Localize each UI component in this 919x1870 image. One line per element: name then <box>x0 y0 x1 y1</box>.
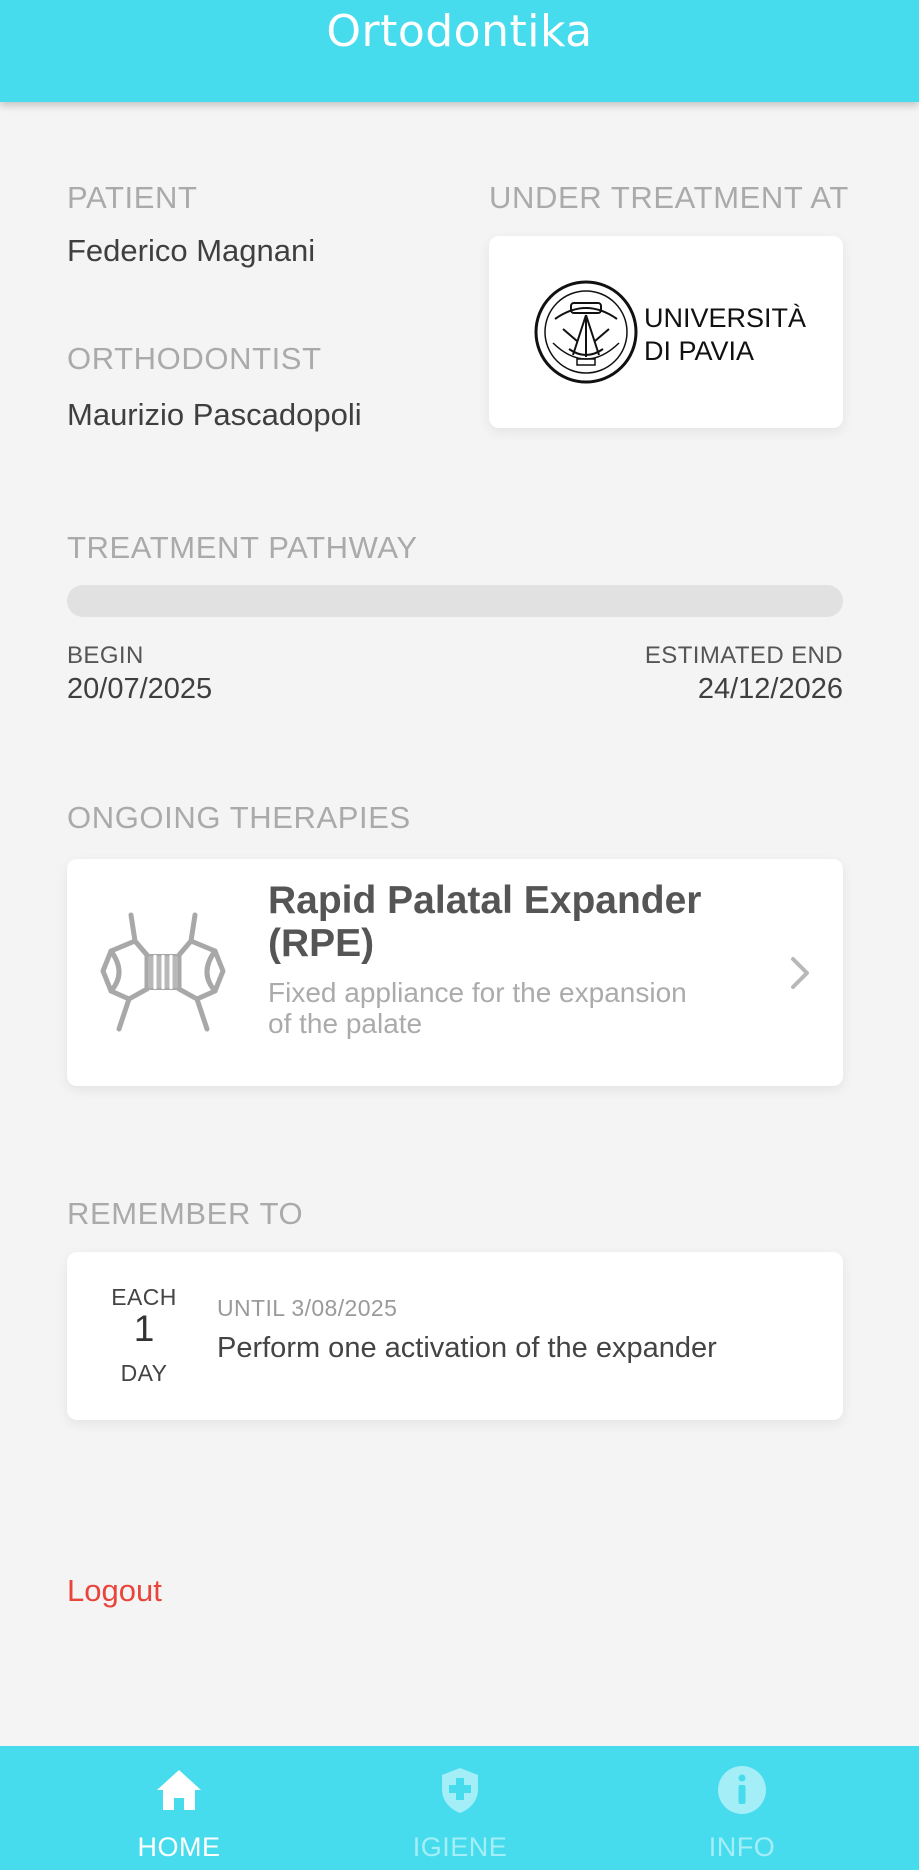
chevron-right-icon <box>791 957 809 989</box>
begin-date: 20/07/2025 <box>67 673 213 705</box>
orthodontist-label: ORTHODONTIST <box>67 341 322 376</box>
reminder-frequency-prefix: EACH <box>111 1284 177 1310</box>
reminder-text: Perform one activation of the expander <box>217 1332 717 1364</box>
patient-name: Federico Magnani <box>67 233 316 268</box>
app-title: Ortodontika <box>326 6 593 57</box>
reminder-frequency-count: 1 <box>133 1308 155 1349</box>
treatment-center-name-line1: UNIVERSITÀ <box>644 303 807 333</box>
reminder-frequency-unit: DAY <box>120 1360 168 1386</box>
nav-label-info: INFO <box>708 1832 776 1862</box>
university-seal-icon <box>534 280 638 384</box>
ongoing-therapies-label: ONGOING THERAPIES <box>67 800 411 835</box>
nav-label-home: HOME <box>137 1832 221 1862</box>
nav-item-igiene[interactable]: IGIENE <box>360 1746 560 1870</box>
begin-label: BEGIN <box>67 642 144 669</box>
nav-item-info[interactable]: INFO <box>642 1746 842 1870</box>
info-icon <box>718 1766 766 1814</box>
treatment-center-card: UNIVERSITÀ DI PAVIA <box>489 236 843 428</box>
therapy-title: Rapid Palatal Expander (RPE) <box>268 879 702 965</box>
treatment-center-name: UNIVERSITÀ DI PAVIA <box>644 302 806 368</box>
shield-plus-icon <box>442 1768 478 1813</box>
therapy-description: Fixed appliance for the expansion of the… <box>268 977 687 1039</box>
therapy-card-rpe[interactable]: Rapid Palatal Expander (RPE) Fixed appli… <box>67 859 843 1086</box>
patient-label: PATIENT <box>67 180 198 215</box>
nav-label-igiene: IGIENE <box>412 1832 508 1862</box>
treatment-center-name-line2: DI PAVIA <box>644 336 755 366</box>
home-icon <box>157 1770 201 1810</box>
estimated-end-date: 24/12/2026 <box>697 673 843 705</box>
treatment-pathway-label: TREATMENT PATHWAY <box>67 530 418 565</box>
treatment-progress-bar <box>67 585 843 617</box>
reminder-card: EACH 1 DAY UNTIL 3/08/2025 Perform one a… <box>67 1252 843 1420</box>
orthodontist-name: Maurizio Pascadopoli <box>67 397 362 432</box>
app-header: Ortodontika <box>0 0 919 102</box>
remember-to-label: REMEMBER TO <box>67 1196 304 1231</box>
estimated-end-label: ESTIMATED END <box>644 642 843 669</box>
logout-link[interactable]: Logout <box>67 1573 162 1609</box>
nav-item-home[interactable]: HOME <box>79 1746 279 1870</box>
reminder-until-date: UNTIL 3/08/2025 <box>217 1295 398 1321</box>
treatment-center-label: UNDER TREATMENT AT <box>489 180 849 215</box>
bottom-navigation: HOME IGIENE INFO <box>0 1746 919 1870</box>
palatal-expander-icon <box>100 912 226 1032</box>
